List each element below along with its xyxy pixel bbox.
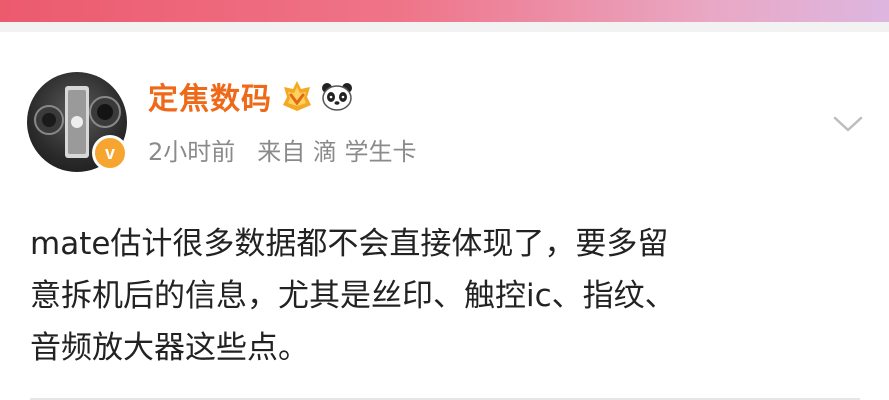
post-text[interactable]: mate估计很多数据都不会直接体现了，要多留 意拆机后的信息，尤其是丝印、触控i… [30,218,870,374]
post-meta: 2小时前 来自 滴 学生卡 [148,132,417,167]
author-avatar[interactable]: v [27,72,128,172]
post-text-line: mate估计很多数据都不会直接体现了，要多留 [30,226,669,262]
vip-crown-icon[interactable] [280,79,314,113]
post-time: 2小时前 [148,138,236,166]
panda-icon[interactable] [320,81,354,111]
post-text-line: 音频放大器这些点。 [30,330,309,366]
post-card[interactable]: v 定焦数码 2小时前 来自 滴 学生卡 mate估计很多数据都不会直接体现了，… [0,32,889,400]
author-name[interactable]: 定焦数码 [148,74,272,118]
section-separator [0,22,889,32]
post-source[interactable]: 来自 滴 学生卡 [257,132,416,167]
post-text-line: 意拆机后的信息，尤其是丝印、触控ic、指纹、 [30,278,676,314]
chevron-down-icon[interactable] [830,112,866,136]
verified-badge: v [92,135,128,171]
author-header: 定焦数码 [148,74,354,118]
top-gradient-bar [0,0,889,22]
